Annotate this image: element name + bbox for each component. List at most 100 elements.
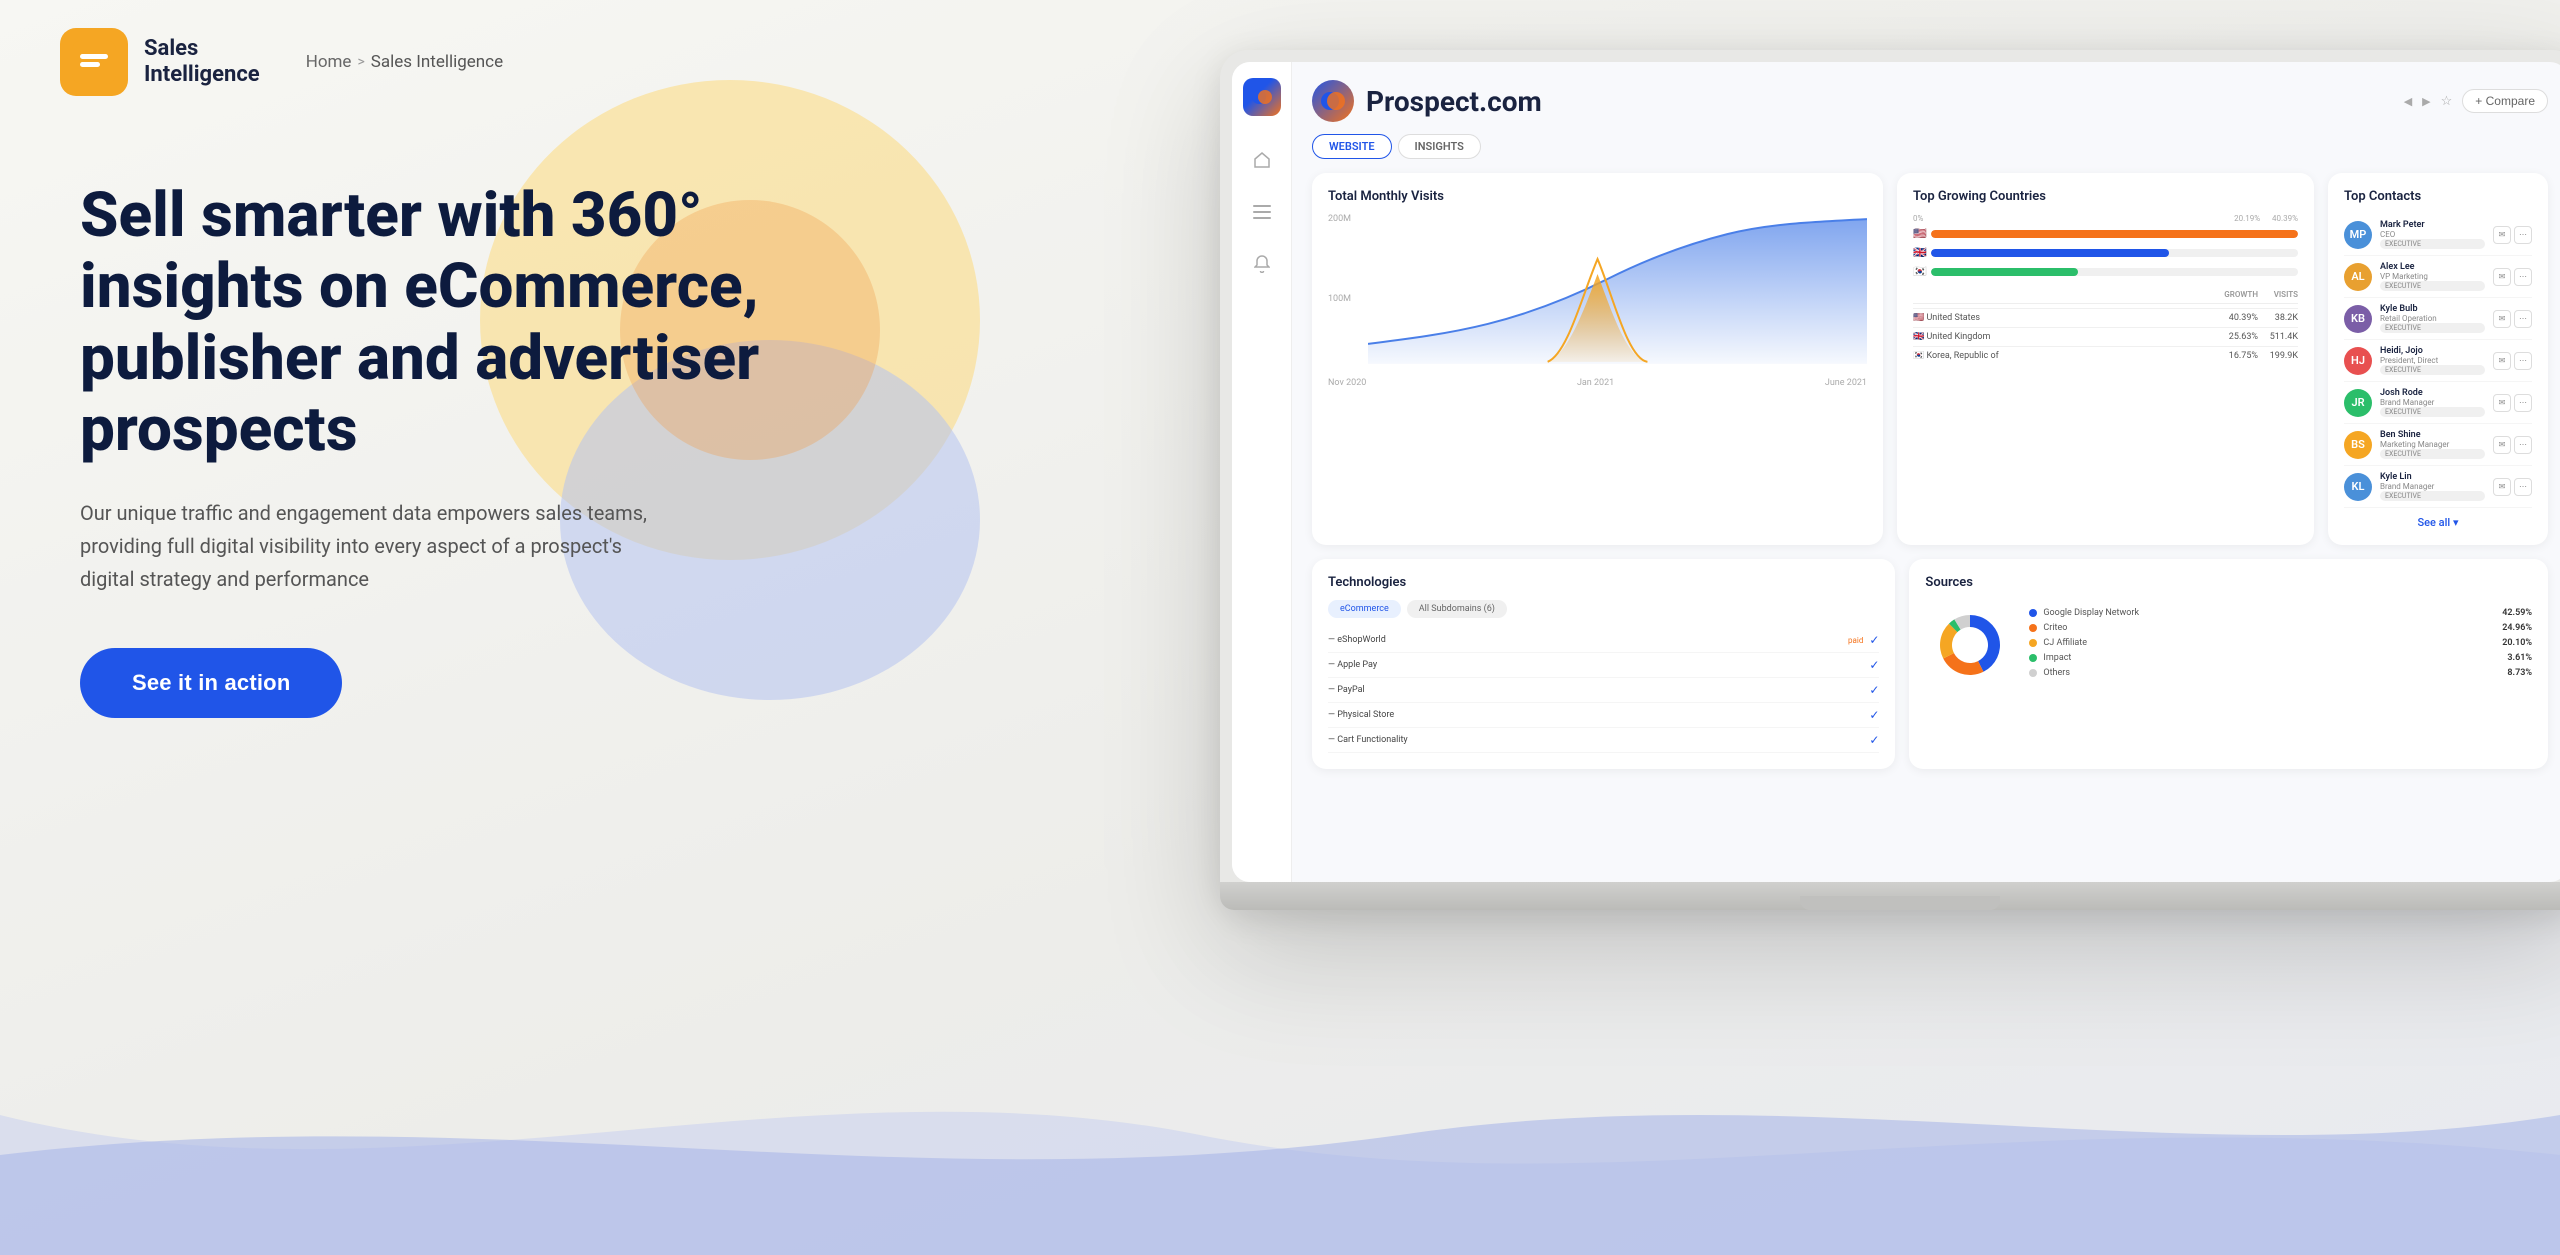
- legend-dot: [2029, 639, 2037, 647]
- technologies-card: Technologies eCommerce All Subdomains (6…: [1312, 559, 1895, 769]
- domain-tabs: WEBSITE INSIGHTS: [1312, 134, 2548, 159]
- contact-avatar: MP: [2344, 221, 2372, 249]
- hero-title: Sell smarter with 360° insights on eComm…: [80, 180, 800, 465]
- back-icon[interactable]: ◀: [2404, 95, 2412, 108]
- contact-action-btn-2[interactable]: ⋯: [2514, 394, 2532, 412]
- contact-action-btn-1[interactable]: ✉: [2493, 394, 2511, 412]
- laptop-notch: [1800, 896, 2000, 910]
- tab-insights[interactable]: INSIGHTS: [1398, 134, 1481, 159]
- contact-actions: ✉ ⋯: [2493, 226, 2532, 244]
- laptop-body: Prospect.com ◀ ▶ ☆ + Compare WEBSITE INS…: [1220, 50, 2560, 910]
- contact-action-btn-2[interactable]: ⋯: [2514, 436, 2532, 454]
- sidebar-home-icon[interactable]: [1246, 144, 1278, 176]
- tech-list: — eShopWorld paid ✓ — Apple Pay ✓ — PayP…: [1328, 628, 1879, 753]
- y-labels: 200M 100M: [1328, 214, 1351, 374]
- tech-check-icon: ✓: [1869, 708, 1879, 722]
- contact-badge: EXECUTIVE: [2380, 281, 2485, 291]
- contact-action-btn-1[interactable]: ✉: [2493, 478, 2511, 496]
- country-row-uk: 🇬🇧 United Kingdom 25.63% 511.4K: [1913, 327, 2298, 346]
- sources-card: Sources Google Display Network 42.59% Cr…: [1909, 559, 2548, 769]
- grid-row-1: Total Monthly Visits 200M 100M: [1312, 173, 2548, 545]
- contact-action-btn-1[interactable]: ✉: [2493, 436, 2511, 454]
- legend-pct: 42.59%: [2502, 608, 2532, 618]
- chart-labels: Nov 2020 Jan 2021 June 2021: [1328, 378, 1867, 388]
- breadcrumb-separator: >: [357, 54, 364, 70]
- hero-content: Sell smarter with 360° insights on eComm…: [80, 180, 800, 718]
- contacts-title: Top Contacts: [2344, 189, 2532, 204]
- contact-info: Ben Shine Marketing Manager EXECUTIVE: [2380, 430, 2485, 459]
- logo-icon: [60, 28, 128, 96]
- legend-item: Criteo 24.96%: [2029, 623, 2532, 633]
- contact-info: Josh Rode Brand Manager EXECUTIVE: [2380, 388, 2485, 417]
- contact-role: Brand Manager: [2380, 482, 2485, 491]
- grid-row-2: Technologies eCommerce All Subdomains (6…: [1312, 559, 2548, 769]
- contact-badge: EXECUTIVE: [2380, 449, 2485, 459]
- logo-title: SalesIntelligence: [144, 36, 260, 89]
- laptop-mockup: Prospect.com ◀ ▶ ☆ + Compare WEBSITE INS…: [1140, 20, 2560, 1000]
- contact-avatar: AL: [2344, 263, 2372, 291]
- tech-item: — eShopWorld paid ✓: [1328, 628, 1879, 653]
- contact-item: KB Kyle Bulb Retail Operation EXECUTIVE …: [2344, 298, 2532, 340]
- breadcrumb-current: Sales Intelligence: [371, 52, 503, 72]
- tech-tab-subdomains[interactable]: All Subdomains (6): [1407, 600, 1507, 618]
- domain-actions: ◀ ▶ ☆ + Compare: [2404, 89, 2548, 113]
- sources-title: Sources: [1925, 575, 2532, 590]
- tech-badge: paid: [1848, 636, 1863, 645]
- header: SalesIntelligence Home > Sales Intellige…: [60, 28, 503, 96]
- contact-avatar: JR: [2344, 389, 2372, 417]
- contact-actions: ✉ ⋯: [2493, 352, 2532, 370]
- tech-check-icon: ✓: [1869, 633, 1879, 647]
- contact-action-btn-1[interactable]: ✉: [2493, 352, 2511, 370]
- laptop-base: [1220, 882, 2560, 910]
- country-bars: 0%20.19%40.39% 🇺🇸: [1913, 214, 2298, 278]
- sources-legend: Google Display Network 42.59% Criteo 24.…: [2029, 608, 2532, 683]
- logo-text: SalesIntelligence: [144, 36, 260, 89]
- tech-tab-ecommerce[interactable]: eCommerce: [1328, 600, 1401, 618]
- contact-action-btn-1[interactable]: ✉: [2493, 310, 2511, 328]
- contact-name: Ben Shine: [2380, 430, 2485, 440]
- breadcrumb-home[interactable]: Home: [306, 52, 352, 72]
- laptop-screen: Prospect.com ◀ ▶ ☆ + Compare WEBSITE INS…: [1232, 62, 2560, 882]
- contact-action-btn-2[interactable]: ⋯: [2514, 478, 2532, 496]
- tech-item: — PayPal ✓: [1328, 678, 1879, 703]
- contact-badge: EXECUTIVE: [2380, 491, 2485, 501]
- domain-logo-icon: [1312, 80, 1354, 122]
- contact-action-btn-2[interactable]: ⋯: [2514, 352, 2532, 370]
- contact-item: MP Mark Peter CEO EXECUTIVE ✉ ⋯: [2344, 214, 2532, 256]
- country-bar-uk: 🇬🇧: [1913, 246, 2298, 259]
- contact-item: JR Josh Rode Brand Manager EXECUTIVE ✉ ⋯: [2344, 382, 2532, 424]
- legend-item: Others 8.73%: [2029, 668, 2532, 678]
- main-content: Prospect.com ◀ ▶ ☆ + Compare WEBSITE INS…: [1292, 62, 2560, 882]
- contact-info: Heidi, Jojo President, Direct EXECUTIVE: [2380, 346, 2485, 375]
- tech-item: — Apple Pay ✓: [1328, 653, 1879, 678]
- contact-badge: EXECUTIVE: [2380, 365, 2485, 375]
- sidebar: [1232, 62, 1292, 882]
- forward-icon[interactable]: ▶: [2422, 95, 2430, 108]
- contact-action-btn-2[interactable]: ⋯: [2514, 268, 2532, 286]
- contact-action-btn-1[interactable]: ✉: [2493, 226, 2511, 244]
- contact-name: Alex Lee: [2380, 262, 2485, 272]
- cta-button[interactable]: See it in action: [80, 648, 342, 718]
- contact-action-btn-1[interactable]: ✉: [2493, 268, 2511, 286]
- legend-label: CJ Affiliate: [2043, 638, 2087, 648]
- star-icon[interactable]: ☆: [2441, 94, 2453, 109]
- sidebar-menu-icon[interactable]: [1246, 196, 1278, 228]
- contact-info: Kyle Lin Brand Manager EXECUTIVE: [2380, 472, 2485, 501]
- contact-avatar: HJ: [2344, 347, 2372, 375]
- contact-badge: EXECUTIVE: [2380, 239, 2485, 249]
- contact-actions: ✉ ⋯: [2493, 268, 2532, 286]
- sidebar-bell-icon[interactable]: [1246, 248, 1278, 280]
- contact-role: VP Marketing: [2380, 272, 2485, 281]
- see-all-button[interactable]: See all ▾: [2344, 516, 2532, 529]
- contact-action-btn-2[interactable]: ⋯: [2514, 310, 2532, 328]
- contact-action-btn-2[interactable]: ⋯: [2514, 226, 2532, 244]
- tab-website[interactable]: WEBSITE: [1312, 134, 1392, 159]
- contacts-list: MP Mark Peter CEO EXECUTIVE ✉ ⋯ AL Alex …: [2344, 214, 2532, 508]
- contact-actions: ✉ ⋯: [2493, 478, 2532, 496]
- traffic-title: Total Monthly Visits: [1328, 189, 1867, 204]
- contact-role: President, Direct: [2380, 356, 2485, 365]
- legend-label: Google Display Network: [2043, 608, 2139, 618]
- compare-button[interactable]: + Compare: [2462, 89, 2548, 113]
- domain-header: Prospect.com ◀ ▶ ☆ + Compare: [1312, 80, 2548, 122]
- legend-dot: [2029, 654, 2037, 662]
